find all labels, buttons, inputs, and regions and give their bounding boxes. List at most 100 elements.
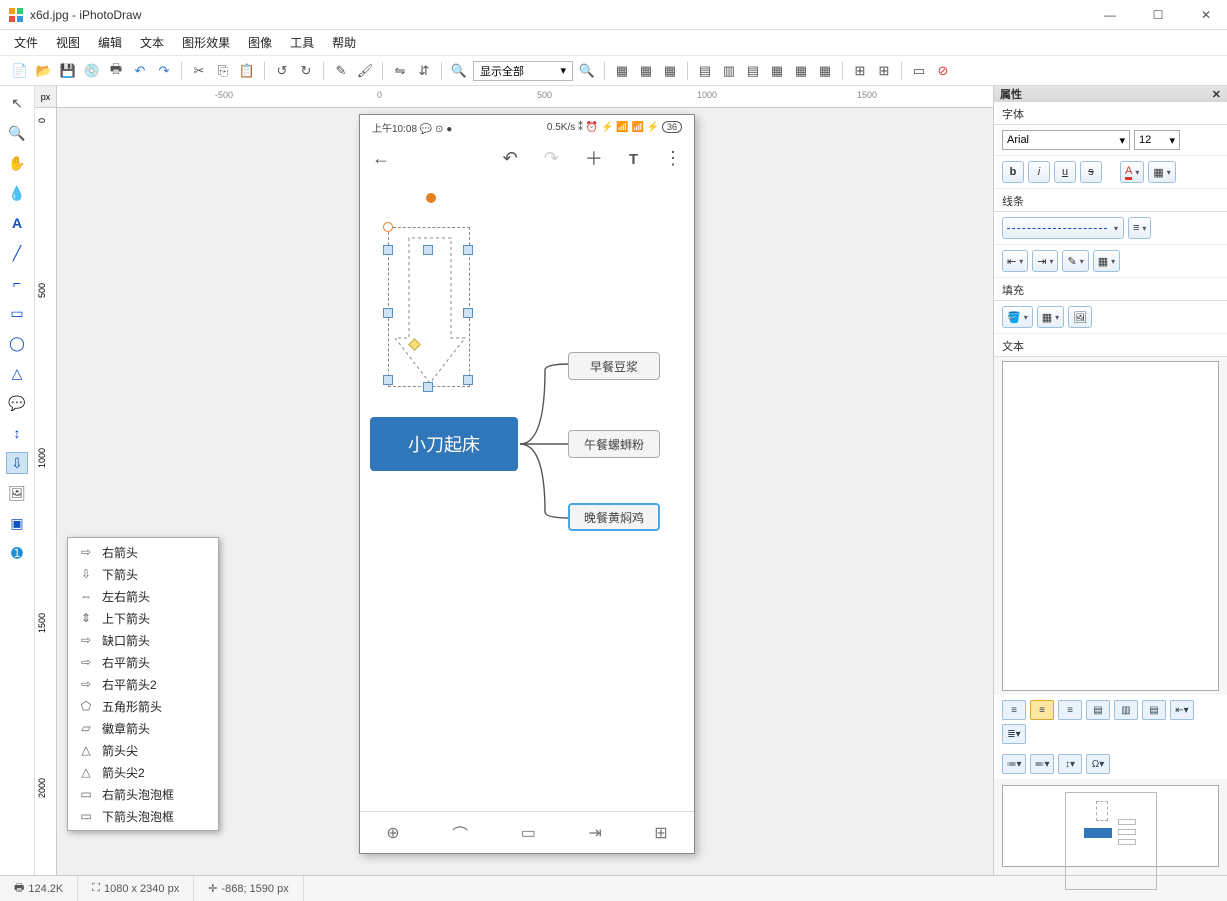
A pb-plus-icon[interactable]: ⊞ bbox=[654, 823, 667, 843]
print-icon[interactable]: 🖶 bbox=[106, 61, 126, 81]
menu-right-arrow[interactable]: ⇨右箭头 bbox=[68, 541, 218, 563]
handle-sw[interactable] bbox=[383, 375, 393, 385]
bold-button[interactable]: b bbox=[1002, 161, 1024, 183]
open-icon[interactable]: 📂 bbox=[34, 61, 54, 81]
line-weight-button[interactable]: ≡▾ bbox=[1128, 217, 1151, 239]
al-right-icon[interactable]: ▤ bbox=[743, 61, 763, 81]
handle-w[interactable] bbox=[383, 308, 393, 318]
symbol-button[interactable]: Ω▾ bbox=[1086, 754, 1110, 774]
paste-icon[interactable]: 📋 bbox=[237, 61, 257, 81]
valign-mid[interactable]: ▥ bbox=[1114, 700, 1138, 720]
underline-button[interactable]: u bbox=[1054, 161, 1076, 183]
handle-ne[interactable] bbox=[463, 245, 473, 255]
menu-pentagon-arrow[interactable]: ⬠五角形箭头 bbox=[68, 695, 218, 717]
redo-phone-icon[interactable]: ↷ bbox=[544, 148, 559, 169]
list-numbers[interactable]: ≕▾ bbox=[1030, 754, 1054, 774]
arrow-end-button[interactable]: ⇥▾ bbox=[1032, 250, 1058, 272]
crop-tool[interactable]: ▣ bbox=[6, 512, 28, 534]
eyedropper-tool[interactable]: 💧 bbox=[6, 182, 28, 204]
menu-leftright-arrow[interactable]: ⇔左右箭头 bbox=[68, 585, 218, 607]
rotate-handle[interactable] bbox=[383, 222, 393, 232]
pb-collapse-icon[interactable]: ⇥ bbox=[588, 823, 601, 843]
menu-tip2[interactable]: △箭头尖2 bbox=[68, 761, 218, 783]
layer-icon[interactable]: ▭ bbox=[909, 61, 929, 81]
align-1-icon[interactable]: ▦ bbox=[612, 61, 632, 81]
menu-badge-arrow[interactable]: ▱徽章箭头 bbox=[68, 717, 218, 739]
al-top-icon[interactable]: ▦ bbox=[767, 61, 787, 81]
menu-effects[interactable]: 图形效果 bbox=[182, 34, 230, 51]
handle-n[interactable] bbox=[423, 245, 433, 255]
more-phone-icon[interactable]: ⋮ bbox=[664, 148, 682, 169]
fill-color-button[interactable]: 🪣▾ bbox=[1002, 306, 1033, 328]
handle-s[interactable] bbox=[423, 382, 433, 392]
flip-v-icon[interactable]: ⇵ bbox=[414, 61, 434, 81]
handle-se[interactable] bbox=[463, 375, 473, 385]
flip-h-icon[interactable]: ⇋ bbox=[390, 61, 410, 81]
menu-down-arrow[interactable]: ⇩下箭头 bbox=[68, 563, 218, 585]
zoom-tool[interactable]: 🔍 bbox=[6, 122, 28, 144]
fill-image-button[interactable]: 🖼 bbox=[1068, 306, 1092, 328]
menu-updown-arrow[interactable]: ⇕上下箭头 bbox=[68, 607, 218, 629]
menu-tip[interactable]: △箭头尖 bbox=[68, 739, 218, 761]
back-icon[interactable]: ← bbox=[372, 148, 390, 169]
indent-dec[interactable]: ⇤▾ bbox=[1170, 700, 1194, 720]
text-tool[interactable]: A bbox=[6, 212, 28, 234]
dimension-tool[interactable]: ↕ bbox=[6, 422, 28, 444]
arrow-shape-tool[interactable]: ⇩ bbox=[6, 452, 28, 474]
callout-tool[interactable]: 💬 bbox=[6, 392, 28, 414]
image-tool[interactable]: 🖼 bbox=[6, 482, 28, 504]
minimize-button[interactable]: — bbox=[1097, 4, 1123, 26]
handle-e[interactable] bbox=[463, 308, 473, 318]
pb-pin-icon[interactable]: ⌒ bbox=[452, 821, 468, 845]
font-size-combo[interactable]: 12▾ bbox=[1134, 130, 1180, 150]
al-center-icon[interactable]: ▥ bbox=[719, 61, 739, 81]
menu-view[interactable]: 视图 bbox=[56, 34, 80, 51]
menu-edit[interactable]: 编辑 bbox=[98, 34, 122, 51]
triangle-tool[interactable]: △ bbox=[6, 362, 28, 384]
handle-nw[interactable] bbox=[383, 245, 393, 255]
al-mid-icon[interactable]: ▦ bbox=[791, 61, 811, 81]
mindmap-sub3[interactable]: 晚餐黄焖鸡 bbox=[568, 503, 660, 531]
save-icon[interactable]: 💾 bbox=[58, 61, 78, 81]
halign-center[interactable]: ≡ bbox=[1030, 700, 1054, 720]
copy-icon[interactable]: ⎘ bbox=[213, 61, 233, 81]
menu-bubble-right[interactable]: ▭右箭头泡泡框 bbox=[68, 783, 218, 805]
indent-inc[interactable]: ≣▾ bbox=[1002, 724, 1026, 744]
italic-button[interactable]: i bbox=[1028, 161, 1050, 183]
rotate-right-icon[interactable]: ↻ bbox=[296, 61, 316, 81]
line-tool[interactable]: ╱ bbox=[6, 242, 28, 264]
edit-icon[interactable]: ✎ bbox=[331, 61, 351, 81]
menu-flat-arrow2[interactable]: ⇨右平箭头2 bbox=[68, 673, 218, 695]
pointer-tool[interactable]: ↖ bbox=[6, 92, 28, 114]
line-color-button[interactable]: ✎▾ bbox=[1062, 250, 1088, 272]
pivot-handle[interactable] bbox=[426, 193, 436, 203]
mindmap-sub1[interactable]: 早餐豆浆 bbox=[568, 352, 660, 380]
undo-icon[interactable]: ↶ bbox=[130, 61, 150, 81]
format-phone-icon[interactable]: T bbox=[629, 148, 638, 169]
brush-icon[interactable]: 🖌 bbox=[355, 61, 375, 81]
mindmap-main-node[interactable]: 小刀起床 bbox=[370, 417, 518, 471]
grid-icon[interactable]: ⊞ bbox=[850, 61, 870, 81]
mindmap-sub2[interactable]: 午餐螺蛳粉 bbox=[568, 430, 660, 458]
zoom-icon[interactable]: 🔍 bbox=[449, 61, 469, 81]
menu-image[interactable]: 图像 bbox=[248, 34, 272, 51]
zoom-combo[interactable]: 显示全部▾ bbox=[473, 61, 573, 81]
fill-pattern-button[interactable]: ▦▾ bbox=[1037, 306, 1064, 328]
line-spacing[interactable]: ↕▾ bbox=[1058, 754, 1082, 774]
maximize-button[interactable]: ☐ bbox=[1145, 4, 1171, 26]
panel-close-icon[interactable]: ✕ bbox=[1212, 88, 1221, 101]
line-grid-button[interactable]: ▦▾ bbox=[1093, 250, 1120, 272]
menu-bubble-down[interactable]: ▭下箭头泡泡框 bbox=[68, 805, 218, 827]
menu-flat-arrow[interactable]: ⇨右平箭头 bbox=[68, 651, 218, 673]
font-color-button[interactable]: A▾ bbox=[1120, 161, 1144, 183]
number-tool[interactable]: ➊ bbox=[6, 542, 28, 564]
strike-button[interactable]: s bbox=[1080, 161, 1102, 183]
del-icon[interactable]: ⊘ bbox=[933, 61, 953, 81]
valign-top[interactable]: ▤ bbox=[1086, 700, 1110, 720]
font-name-combo[interactable]: Arial▾ bbox=[1002, 130, 1130, 150]
navigator[interactable] bbox=[1002, 785, 1219, 867]
new-icon[interactable]: 📄 bbox=[10, 61, 30, 81]
pb-add-icon[interactable]: ⊕ bbox=[386, 823, 399, 843]
add-phone-icon[interactable]: ＋ bbox=[585, 145, 603, 171]
arrow-start-button[interactable]: ⇤▾ bbox=[1002, 250, 1028, 272]
